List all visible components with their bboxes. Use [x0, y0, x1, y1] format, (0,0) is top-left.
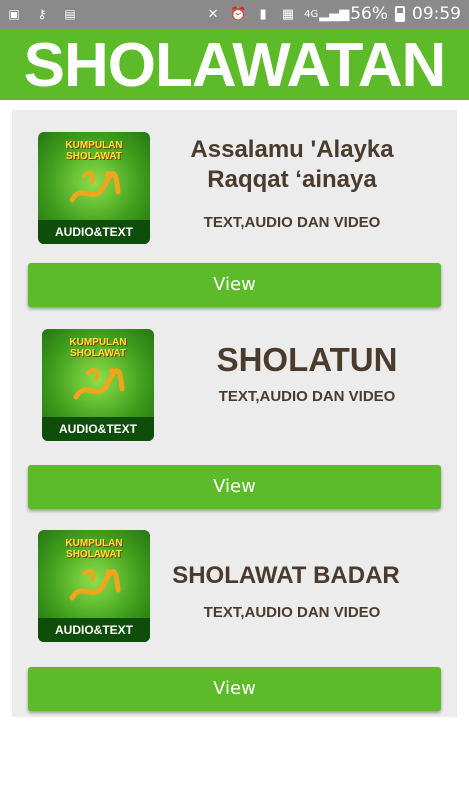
mute-icon: ✕ — [207, 6, 219, 22]
status-right-icons: ✕ ⏰ ▮ ▦ 4G ▂▄▆ 56% 09:59 — [204, 4, 461, 24]
item-subtitle: TEXT,AUDIO DAN VIDEO — [203, 604, 381, 621]
sholawat-list: KUMPULAN SHOLAWAT AUDIO&TEXT Assalamu 'A… — [12, 110, 457, 717]
thumbnail-top-text: KUMPULAN SHOLAWAT — [65, 538, 123, 560]
thumbnail-top-text: KUMPULAN SHOLAWAT — [65, 140, 123, 162]
key-icon: ⚷ — [37, 7, 47, 21]
message-icon: ▣ — [8, 7, 20, 21]
list-item: KUMPULAN SHOLAWAT AUDIO&TEXT SHOLATUN TE… — [12, 312, 457, 514]
calligraphy-icon — [69, 171, 121, 203]
view-button[interactable]: View — [28, 263, 441, 307]
battery-percent: 56% — [350, 4, 388, 24]
image-icon: ▦ — [281, 6, 295, 22]
sholawat-thumbnail: KUMPULAN SHOLAWAT AUDIO&TEXT — [38, 530, 150, 642]
signal-icon: ▂▄▆ — [319, 6, 350, 22]
thumbnail-top-text: KUMPULAN SHOLAWAT — [69, 337, 127, 359]
item-title: Assalamu 'Alayka Raqqat ‘ainaya — [162, 135, 422, 195]
status-left-icons: ▣ ⚷ ▤ — [6, 6, 78, 22]
thumbnail-bottom-text: AUDIO&TEXT — [42, 417, 154, 441]
list-item: KUMPULAN SHOLAWAT AUDIO&TEXT SHOLAWAT BA… — [12, 514, 457, 716]
app-title: SHOLAWATAN — [23, 31, 447, 100]
item-title: SHOLAWAT BADAR — [172, 562, 400, 589]
network-type: 4G — [304, 8, 319, 20]
item-title-line1: Assalamu 'Alayka — [190, 136, 394, 163]
thumbnail-bottom-text: AUDIO&TEXT — [38, 618, 150, 642]
battery-icon — [395, 6, 405, 22]
list-item: KUMPULAN SHOLAWAT AUDIO&TEXT Assalamu 'A… — [12, 110, 457, 312]
calligraphy-icon — [73, 368, 125, 400]
sim-icon: ▮ — [259, 6, 267, 22]
item-subtitle: TEXT,AUDIO DAN VIDEO — [218, 388, 396, 405]
status-bar: ▣ ⚷ ▤ ✕ ⏰ ▮ ▦ 4G ▂▄▆ 56% 09:59 — [0, 0, 469, 30]
sholawat-thumbnail: KUMPULAN SHOLAWAT AUDIO&TEXT — [42, 329, 154, 441]
alarm-icon: ⏰ — [229, 6, 247, 22]
clipboard-icon: ▤ — [64, 7, 76, 21]
view-button[interactable]: View — [28, 465, 441, 509]
item-subtitle: TEXT,AUDIO DAN VIDEO — [203, 214, 381, 231]
item-title: SHOLATUN — [216, 341, 398, 378]
item-title-line2: Raqqat ‘ainaya — [207, 166, 377, 193]
sholawat-thumbnail: KUMPULAN SHOLAWAT AUDIO&TEXT — [38, 132, 150, 244]
calligraphy-icon — [69, 569, 121, 601]
thumbnail-bottom-text: AUDIO&TEXT — [38, 220, 150, 244]
clock: 09:59 — [412, 4, 461, 24]
app-header: SHOLAWATAN — [0, 30, 469, 100]
view-button[interactable]: View — [28, 667, 441, 711]
